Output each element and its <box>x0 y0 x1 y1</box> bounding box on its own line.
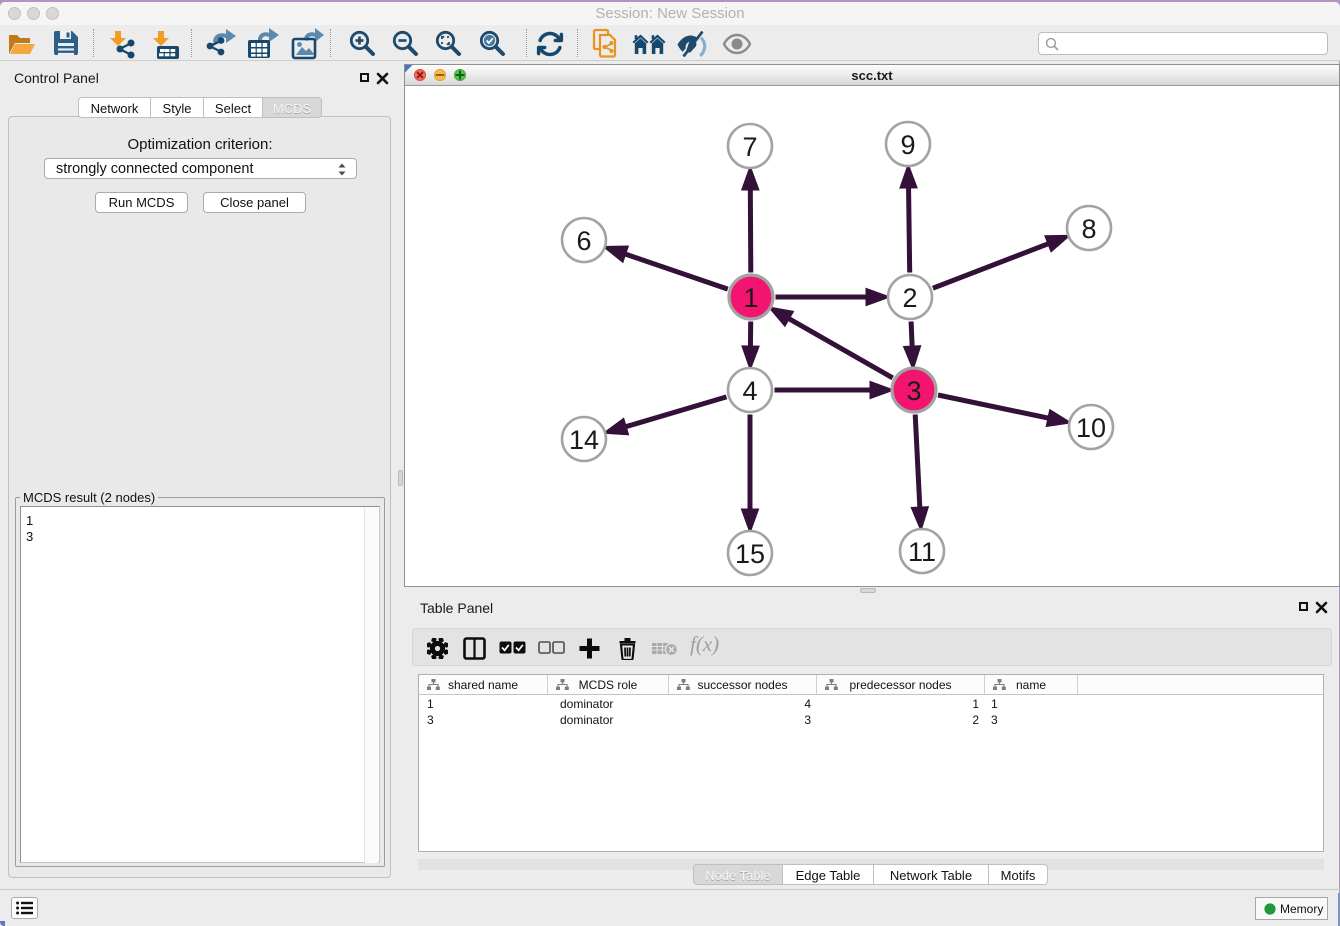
svg-text:9: 9 <box>900 130 915 160</box>
svg-text:4: 4 <box>742 376 757 406</box>
svg-text:3: 3 <box>906 376 921 406</box>
svg-text:15: 15 <box>735 539 765 569</box>
svg-text:7: 7 <box>742 132 757 162</box>
svg-text:8: 8 <box>1081 214 1096 244</box>
svg-text:6: 6 <box>576 226 591 256</box>
svg-text:1: 1 <box>743 283 758 313</box>
svg-text:11: 11 <box>908 537 936 567</box>
svg-text:10: 10 <box>1076 413 1106 443</box>
svg-text:2: 2 <box>902 283 917 313</box>
svg-text:14: 14 <box>569 425 599 455</box>
